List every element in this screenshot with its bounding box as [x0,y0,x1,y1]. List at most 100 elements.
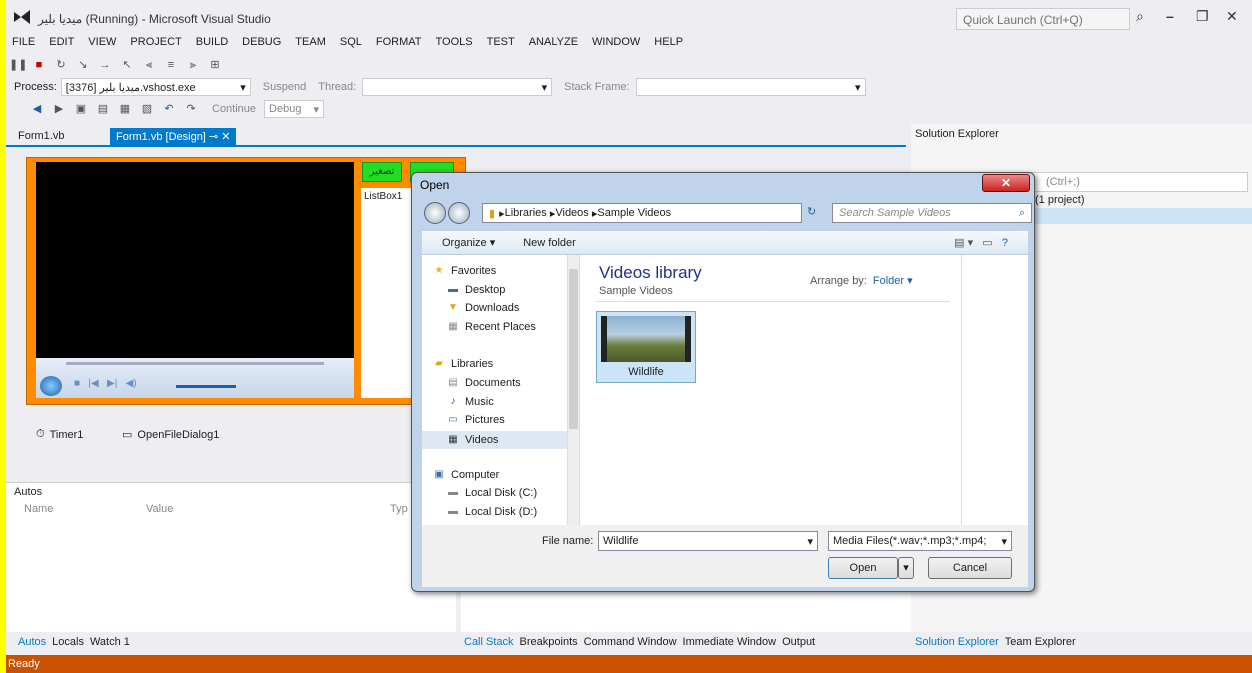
nav-desktop[interactable]: ▬ Desktop [446,284,505,296]
openfiledialog-component[interactable]: ▭ OpenFileDialog1 [122,428,219,442]
suspend-button[interactable]: Suspend [263,81,306,93]
tab-autos[interactable]: Autos [18,636,46,648]
step-out-icon[interactable]: ↖ [119,58,135,72]
nav-disk-c[interactable]: ▬ Local Disk (C:) [446,487,537,499]
undo-icon[interactable]: ↶ [161,102,177,116]
file-name-input[interactable]: Wildlife ▾ [598,531,818,551]
open-dropdown-button[interactable]: ▾ [898,557,914,579]
process-select[interactable]: [3376] ميديا بلير.vshost.exe ▾ [60,78,251,96]
align-center-icon[interactable]: ≡ [163,58,179,72]
crumb-libraries[interactable]: Libraries [505,207,547,219]
step-over-icon[interactable]: → [97,58,113,72]
menu-test[interactable]: TEST [487,36,515,48]
back-icon[interactable]: ◀ [29,102,45,116]
volume-slider[interactable] [176,385,236,388]
transport-icons[interactable]: ■ |◀ ▶| ◀) [74,378,137,389]
play-icon[interactable] [40,376,62,396]
nav-music[interactable]: ♪ Music [446,396,494,408]
menu-analyze[interactable]: ANALYZE [529,36,578,48]
arrange-by-select[interactable]: Folder ▾ [873,274,913,287]
layout-icon[interactable]: ⊞ [207,58,223,72]
menu-window[interactable]: WINDOW [592,36,640,48]
crumb-sample-videos[interactable]: Sample Videos [597,207,671,219]
tab-call-stack[interactable]: Call Stack [464,636,514,648]
step-into-icon[interactable]: ↘ [75,58,91,72]
tab-breakpoints[interactable]: Breakpoints [520,636,578,648]
menu-file[interactable]: FILE [12,36,35,48]
menu-build[interactable]: BUILD [196,36,228,48]
file-item-wildlife[interactable]: Wildlife [596,311,696,383]
nav-downloads[interactable]: ▼ Downloads [446,302,519,314]
tab-immediate-window[interactable]: Immediate Window [683,636,777,648]
menu-sql[interactable]: SQL [340,36,362,48]
refresh-icon[interactable]: ↻ [807,205,816,218]
views-icon[interactable]: ▤ ▾ ▭ ? [954,236,1008,249]
se-solution-info[interactable]: (1 project) [1035,194,1085,206]
tab-form1-code[interactable]: Form1.vb [12,128,70,146]
tab-watch1[interactable]: Watch 1 [90,636,130,648]
nav-computer[interactable]: ▣ Computer [432,469,499,481]
seek-bar[interactable] [66,362,324,365]
nav-videos[interactable]: ▦ Videos [422,431,577,449]
new-item-icon[interactable]: ▣ [73,102,89,116]
forward-nav-button[interactable] [448,202,470,227]
crumb-videos[interactable]: Videos [555,207,588,219]
nav-favorites[interactable]: ★ Favorites [432,265,497,277]
nav-documents[interactable]: ▤ Documents [446,377,520,389]
dialog-close-button[interactable]: ✕ [982,174,1030,192]
stop-icon[interactable]: ■ [31,58,47,72]
minimize-form-button[interactable]: تصغير [362,162,402,182]
folder-icon: ▮ [489,207,496,220]
align-right-icon[interactable]: ⫸ [185,58,201,72]
search-input[interactable]: Search Sample Videos ⌕ [832,203,1032,223]
menu-format[interactable]: FORMAT [376,36,422,48]
align-left-icon[interactable]: ⫷ [141,58,157,72]
organize-button[interactable]: Organize ▾ [442,236,495,249]
pause-icon[interactable]: ❚❚ [9,58,27,72]
tab-command-window[interactable]: Command Window [584,636,677,648]
config-select[interactable]: Debug ▾ [264,100,325,118]
menu-view[interactable]: VIEW [88,36,116,48]
close-button[interactable]: ✕ [1226,8,1238,25]
menu-help[interactable]: HELP [654,36,683,48]
nav-scrollbar[interactable] [567,255,579,525]
new-folder-button[interactable]: New folder [523,237,576,249]
menu-edit[interactable]: EDIT [49,36,74,48]
thread-label: Thread: [318,81,357,93]
tab-form1-design[interactable]: Form1.vb [Design] ⊸ ✕ [110,128,237,146]
nav-libraries[interactable]: ▰ Libraries [432,358,493,370]
quick-launch-input[interactable]: Quick Launch (Ctrl+Q) [956,8,1130,30]
nav-pictures[interactable]: ▭ Pictures [446,414,504,426]
menu-team[interactable]: TEAM [295,36,326,48]
nav-recent-places[interactable]: ▦ Recent Places [446,321,536,333]
open-button[interactable]: Open [828,557,898,579]
nav-disk-d[interactable]: ▬ Local Disk (D:) [446,506,537,518]
desktop-icon: ▬ [448,284,458,295]
save-icon[interactable]: ▦ [117,102,133,116]
continue-button[interactable]: Continue [212,103,256,115]
redo-icon[interactable]: ↷ [183,102,199,116]
tab-locals[interactable]: Locals [52,636,84,648]
cancel-button[interactable]: Cancel [928,557,1012,579]
thread-select[interactable]: ▾ [362,78,553,96]
restore-button[interactable]: ❐ [1196,8,1209,25]
file-type-select[interactable]: Media Files(*.wav;*.mp3;*.mp4; ▾ [828,531,1012,551]
minimize-button[interactable]: – [1166,8,1174,24]
back-nav-button[interactable] [424,202,446,227]
search-icon[interactable]: ⌕ [1136,8,1144,25]
videos-icon: ▦ [448,434,458,445]
open-icon[interactable]: ▤ [95,102,111,116]
tab-output[interactable]: Output [782,636,815,648]
tab-solution-explorer[interactable]: Solution Explorer [915,636,999,648]
address-bar[interactable]: ▮ ▸ Libraries ▸ Videos ▸ Sample Videos [482,203,802,223]
forward-icon[interactable]: ▶ [51,102,67,116]
save-all-icon[interactable]: ▧ [139,102,155,116]
stack-frame-select[interactable]: ▾ [635,78,866,96]
menu-tools[interactable]: TOOLS [436,36,473,48]
menu-debug[interactable]: DEBUG [242,36,281,48]
restart-icon[interactable]: ↻ [53,58,69,72]
timer-component[interactable]: ⏱ Timer1 [36,428,83,441]
menu-project[interactable]: PROJECT [130,36,181,48]
tab-team-explorer[interactable]: Team Explorer [1005,636,1076,648]
call-stack-panel [461,590,911,632]
